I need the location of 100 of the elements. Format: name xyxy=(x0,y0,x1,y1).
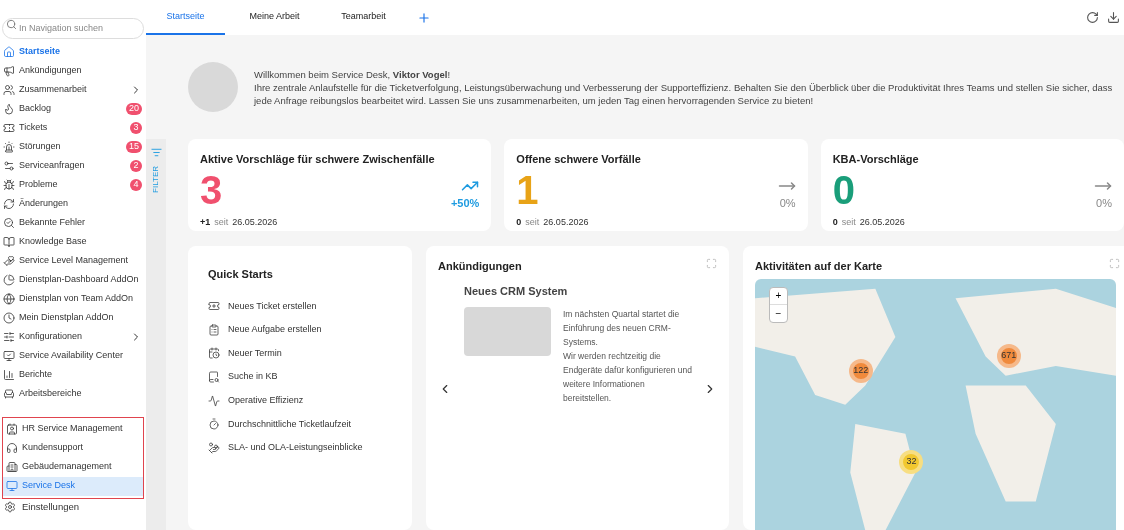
nav-icon xyxy=(6,423,18,435)
nav-icon xyxy=(3,179,15,191)
trend-change: 0% xyxy=(1096,196,1112,211)
nav-icon xyxy=(3,141,15,153)
nav-icon xyxy=(3,331,15,343)
navigation-search-field[interactable]: In Navigation suchen xyxy=(2,17,144,39)
nav-icon xyxy=(3,217,15,229)
since-date: 26.05.2026 xyxy=(543,215,589,229)
quick-start-link[interactable]: Suche in KB xyxy=(208,365,392,389)
nav-item[interactable]: Gebäudemanagement xyxy=(3,457,143,477)
nav-icon xyxy=(6,480,18,492)
nav-icon xyxy=(3,122,15,134)
since-label: seit xyxy=(525,215,540,229)
since-label: seit xyxy=(841,215,856,229)
quick-start-icon xyxy=(208,323,220,336)
nav-item[interactable]: Service Level Management xyxy=(0,251,146,271)
nav-item[interactable]: Dienstplan-Dashboard AddOn xyxy=(0,270,146,290)
nav-item[interactable]: Tickets 3 xyxy=(0,118,146,138)
nav-item[interactable]: Arbeitsbereiche xyxy=(0,384,146,404)
nav-item[interactable]: Berichte xyxy=(0,365,146,385)
nav-icon xyxy=(3,350,15,362)
nav-item[interactable]: Startseite xyxy=(0,42,146,62)
count-badge: 4 xyxy=(130,179,142,191)
search-icon xyxy=(6,19,17,30)
nav-icon xyxy=(6,461,18,473)
nav-item[interactable]: Probleme 4 xyxy=(0,175,146,195)
nav-icon xyxy=(3,388,15,400)
delta-value: 0 xyxy=(832,215,838,229)
quick-start-icon xyxy=(208,441,220,454)
count-badge: 15 xyxy=(126,141,142,153)
refresh-icon[interactable] xyxy=(1086,11,1099,24)
quick-start-link[interactable]: SLA- und OLA-Leistungseinblicke xyxy=(208,436,392,460)
since-label: seit xyxy=(214,215,229,229)
zoom-in-button[interactable]: + xyxy=(770,287,787,305)
count-badge: 20 xyxy=(126,103,142,115)
nav-icon xyxy=(3,160,15,172)
nav-item[interactable]: Kundensupport xyxy=(3,438,143,458)
nav-icon xyxy=(3,293,15,305)
nav-icon xyxy=(3,312,15,324)
nav-item[interactable]: Service Availability Center xyxy=(0,346,146,366)
quick-start-icon xyxy=(208,371,220,384)
nav-item[interactable]: Backlog 20 xyxy=(0,99,146,119)
quick-start-icon xyxy=(208,418,220,431)
announcement-text: Im nächsten Quartal startet die Einführung des neuen CRM-Systems. Wir werden rechtzeitig die Endgeräte dafür konfigurieren und weitere Informationen bereitstellen. xyxy=(563,308,693,405)
since-date: 26.05.2026 xyxy=(859,215,905,229)
nav-item[interactable]: Dienstplan von Team AddOn xyxy=(0,289,146,309)
trend-change: 0% xyxy=(779,196,796,211)
quick-start-icon xyxy=(208,300,220,313)
nav-icon xyxy=(3,255,15,267)
stat-value: 0 xyxy=(832,167,855,212)
nav-item[interactable]: Konfigurationen xyxy=(0,327,146,347)
delta-value: +1 xyxy=(200,215,211,229)
announcement-title: Neues CRM System xyxy=(464,283,569,299)
quick-start-link[interactable]: Neue Aufgabe erstellen xyxy=(208,318,392,342)
welcome-greeting: Willkommen beim Service Desk, Viktor Vogel! xyxy=(254,67,452,81)
quick-start-link[interactable]: Neuer Termin xyxy=(208,341,392,366)
nav-item[interactable]: HR Service Management xyxy=(3,419,143,439)
nav-icon xyxy=(3,198,15,210)
zoom-out-button[interactable]: − xyxy=(770,304,787,322)
card-title: Aktivitäten auf der Karte xyxy=(755,259,883,274)
nav-item[interactable]: Ankündigungen xyxy=(0,61,146,81)
stat-value: 3 xyxy=(200,167,223,212)
nav-icon xyxy=(4,501,16,513)
nav-item[interactable]: Bekannte Fehler xyxy=(0,213,146,233)
count-badge: 2 xyxy=(130,160,142,172)
welcome-text: Ihre zentrale Anlaufstelle für die Ticketverfolgung, Leistungsüberwachung und Verbesserung der Supporteffizienz. Behalten Sie den Überblick über die Produktivität Ihres Teams und stellen Sie sicher, dass jede Anfrage reibungslos bearbeitet wird. Lassen Sie uns zusammenarbeiten, um jeden Tag einen hervorragenden Service zu bieten! xyxy=(254,80,1114,107)
trend-change: +50% xyxy=(450,196,480,211)
nav-icon xyxy=(3,103,15,115)
card-title: Ankündigungen xyxy=(438,259,522,274)
tab[interactable]: Teamarbeit xyxy=(324,0,403,35)
quick-start-link[interactable]: Neues Ticket erstellen xyxy=(208,294,392,319)
card-title: Offene schwere Vorfälle xyxy=(516,152,642,167)
avatar-placeholder xyxy=(188,62,238,112)
card-title: Quick Starts xyxy=(208,267,274,282)
nav-icon xyxy=(3,274,15,286)
nav-icon xyxy=(3,369,15,381)
quick-start-icon xyxy=(208,347,220,360)
nav-icon xyxy=(3,46,15,58)
nav-item[interactable]: Serviceanfragen 2 xyxy=(0,156,146,176)
delta-value: 0 xyxy=(516,215,522,229)
tab[interactable]: Meine Arbeit xyxy=(235,0,314,35)
since-date: 26.05.2026 xyxy=(232,215,278,229)
nav-icon xyxy=(6,442,18,454)
nav-icon xyxy=(3,84,15,96)
nav-icon xyxy=(3,236,15,248)
nav-item[interactable]: Service Desk xyxy=(3,476,143,496)
quick-start-link[interactable]: Operative Effizienz xyxy=(208,388,392,413)
nav-item[interactable]: Änderungen xyxy=(0,194,146,214)
quick-start-link[interactable]: Durchschnittliche Ticketlaufzeit xyxy=(208,412,392,437)
count-badge: 3 xyxy=(130,122,142,134)
nav-icon xyxy=(3,65,15,77)
card-title: KBA-Vorschläge xyxy=(832,152,920,167)
nav-item[interactable]: Mein Dienstplan AddOn xyxy=(0,308,146,328)
nav-item[interactable]: Zusammenarbeit xyxy=(0,80,146,100)
nav-item[interactable]: Einstellungen xyxy=(0,498,146,516)
nav-item[interactable]: Störungen 15 xyxy=(0,137,146,157)
stat-value: 1 xyxy=(516,167,539,212)
download-icon[interactable] xyxy=(1107,11,1120,24)
nav-item[interactable]: Knowledge Base xyxy=(0,232,146,252)
card-title: Aktive Vorschläge für schwere Zwischenfälle xyxy=(200,152,436,167)
